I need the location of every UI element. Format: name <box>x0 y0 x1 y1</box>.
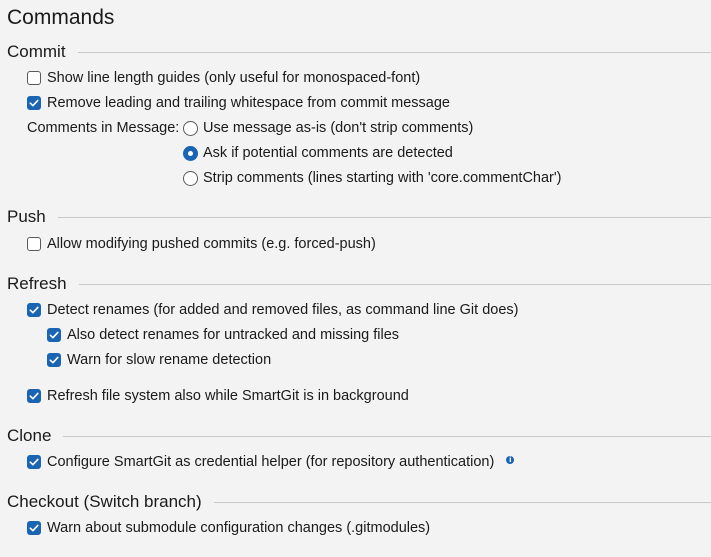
detect-renames-untracked-checkbox[interactable]: Also detect renames for untracked and mi… <box>47 325 399 345</box>
clone-section-header: Clone <box>7 425 711 447</box>
warn-submodule-checkbox[interactable]: Warn about submodule configuration chang… <box>27 518 430 538</box>
detect-renames-untracked-label[interactable]: Also detect renames for untracked and mi… <box>67 327 399 343</box>
clone-section-label: Clone <box>7 425 64 447</box>
show-line-length-guides-checkbox[interactable]: Show line length guides (only useful for… <box>27 68 420 88</box>
allow-modifying-pushed-label[interactable]: Allow modifying pushed commits (e.g. for… <box>47 236 376 252</box>
comments-in-message-label-row: Comments in Message: <box>27 118 179 138</box>
warn-submodule-box[interactable] <box>27 521 41 535</box>
comment-option-ask-button[interactable] <box>183 145 198 161</box>
detect-renames-box[interactable] <box>27 303 41 317</box>
show-line-length-guides-box[interactable] <box>27 71 41 85</box>
push-section-divider <box>7 217 711 218</box>
warn-slow-rename-checkbox[interactable]: Warn for slow rename detection <box>47 350 271 370</box>
warn-slow-rename-box[interactable] <box>47 353 61 367</box>
detect-renames-untracked-box[interactable] <box>47 328 61 342</box>
commit-section-divider <box>7 52 711 53</box>
checkout-section-header: Checkout (Switch branch) <box>7 491 711 513</box>
push-section-header: Push <box>7 206 711 228</box>
comments-in-message-label: Comments in Message: <box>27 120 180 136</box>
remove-whitespace-label[interactable]: Remove leading and trailing whitespace f… <box>47 95 450 111</box>
checkout-section-label: Checkout (Switch branch) <box>7 491 214 513</box>
refresh-section-label: Refresh <box>7 273 79 295</box>
comment-option-ask-label[interactable]: Ask if potential comments are detected <box>203 145 453 161</box>
push-section-label: Push <box>7 206 58 228</box>
comment-option-use-as-is-label[interactable]: Use message as-is (don't strip comments) <box>203 120 473 136</box>
comment-option-strip-button[interactable] <box>183 170 198 186</box>
info-icon[interactable]: i <box>506 456 515 464</box>
warn-slow-rename-label[interactable]: Warn for slow rename detection <box>67 352 271 368</box>
comment-option-strip-label[interactable]: Strip comments (lines starting with 'cor… <box>203 170 561 186</box>
refresh-background-box[interactable] <box>27 389 41 403</box>
refresh-section-divider <box>7 284 711 285</box>
clone-section-divider <box>7 436 711 437</box>
refresh-background-checkbox[interactable]: Refresh file system also while SmartGit … <box>27 386 409 406</box>
comment-option-use-as-is-radio[interactable]: Use message as-is (don't strip comments) <box>183 118 473 138</box>
comment-option-ask-radio[interactable]: Ask if potential comments are detected <box>183 143 453 163</box>
credential-helper-label[interactable]: Configure SmartGit as credential helper … <box>47 454 494 470</box>
refresh-section-header: Refresh <box>7 273 711 295</box>
commit-section-header: Commit <box>7 41 711 63</box>
show-line-length-guides-label[interactable]: Show line length guides (only useful for… <box>47 70 420 86</box>
credential-helper-box[interactable] <box>27 455 41 469</box>
allow-modifying-pushed-checkbox[interactable]: Allow modifying pushed commits (e.g. for… <box>27 234 376 254</box>
comment-option-use-as-is-button[interactable] <box>183 120 198 136</box>
warn-submodule-label[interactable]: Warn about submodule configuration chang… <box>47 520 430 536</box>
credential-helper-checkbox[interactable]: Configure SmartGit as credential helper … <box>27 452 515 472</box>
refresh-background-label[interactable]: Refresh file system also while SmartGit … <box>47 388 409 404</box>
commit-section-label: Commit <box>7 41 78 63</box>
remove-whitespace-checkbox[interactable]: Remove leading and trailing whitespace f… <box>27 93 450 113</box>
remove-whitespace-box[interactable] <box>27 96 41 110</box>
detect-renames-label[interactable]: Detect renames (for added and removed fi… <box>47 302 518 318</box>
allow-modifying-pushed-box[interactable] <box>27 237 41 251</box>
page-title: Commands <box>7 6 115 29</box>
detect-renames-checkbox[interactable]: Detect renames (for added and removed fi… <box>27 300 518 320</box>
comment-option-strip-radio[interactable]: Strip comments (lines starting with 'cor… <box>183 168 561 188</box>
